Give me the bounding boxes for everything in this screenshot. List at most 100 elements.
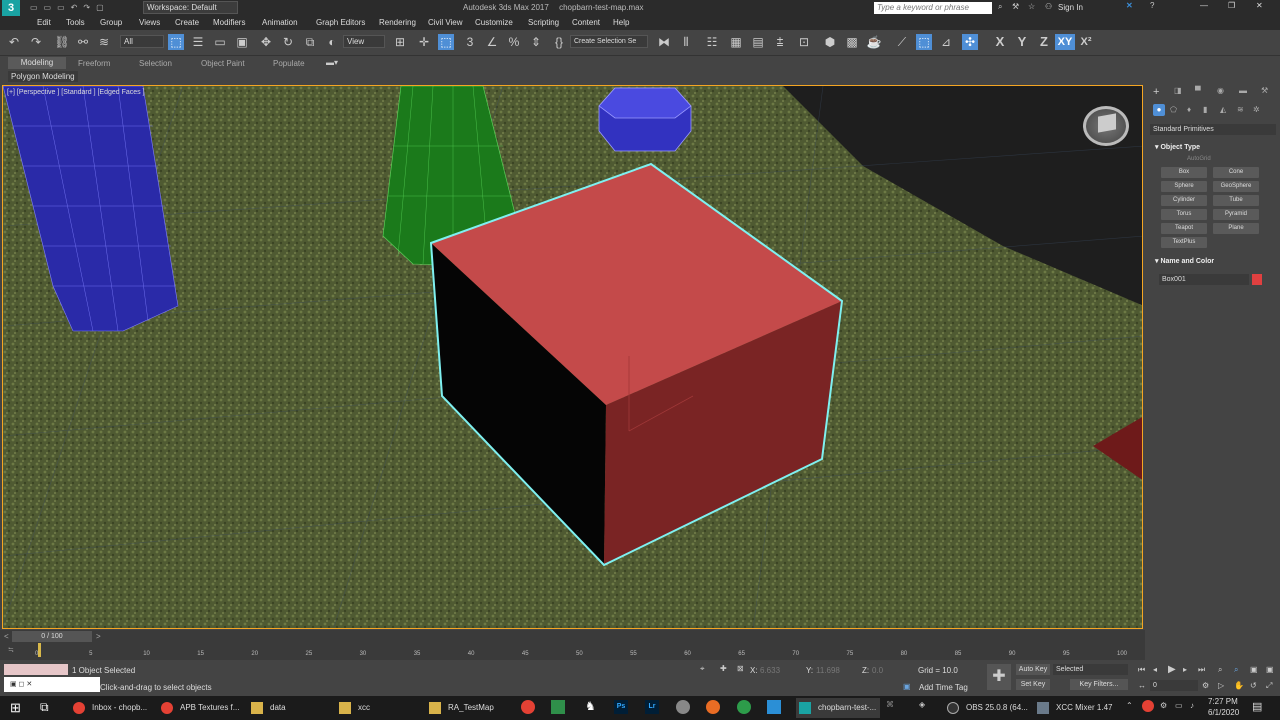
ribbon-tab-selection[interactable]: Selection xyxy=(139,59,172,68)
shapes-icon[interactable]: ⬠ xyxy=(1170,105,1177,114)
helpers-icon[interactable]: ◭ xyxy=(1220,105,1226,114)
taskbar-item-3dsmax[interactable]: chopbarn-test-... xyxy=(796,698,880,718)
set-key-button[interactable]: Set Key xyxy=(1016,679,1050,690)
object-type-rollout-title[interactable]: ▾ Object Type xyxy=(1155,143,1200,151)
field-of-view-icon[interactable]: ▷ xyxy=(1218,681,1224,690)
pyramid-button[interactable]: Pyramid xyxy=(1213,209,1259,220)
time-slider-thumb[interactable]: 0 / 100 xyxy=(12,631,92,642)
menu-customize[interactable]: Customize xyxy=(475,18,513,27)
time-cursor[interactable] xyxy=(38,643,41,657)
select-object-icon[interactable]: ⬚ xyxy=(168,34,184,50)
key-filters-button[interactable]: Key Filters... xyxy=(1070,679,1128,690)
restore-button[interactable]: ❐ xyxy=(1228,1,1235,10)
cylinder-button[interactable]: Cylinder xyxy=(1161,195,1207,206)
category-dropdown[interactable]: Standard Primitives xyxy=(1150,124,1276,135)
render-icon[interactable]: ☕ xyxy=(866,34,882,50)
toggle-ribbon-icon[interactable]: ▤ xyxy=(750,34,766,50)
named-selection-dropdown[interactable]: Create Selection Se xyxy=(570,35,648,48)
window-crossing-icon[interactable]: ▣ xyxy=(234,34,250,50)
name-color-rollout-title[interactable]: ▾ Name and Color xyxy=(1155,257,1214,265)
menu-tools[interactable]: Tools xyxy=(66,18,85,27)
hierarchy-tab-icon[interactable]: ▀ xyxy=(1195,86,1201,95)
ribbon-tab-populate[interactable]: Populate xyxy=(273,59,305,68)
taskbar-item-data-folder[interactable]: data xyxy=(248,698,328,718)
clock-date[interactable]: 6/1/2020 xyxy=(1208,708,1239,717)
time-tag-icon[interactable]: ▣ xyxy=(903,682,911,691)
lightroom-icon[interactable]: Lr xyxy=(645,700,659,714)
pivot-center-icon[interactable]: ⊞ xyxy=(392,34,408,50)
snap-options-icon[interactable]: ⊿ xyxy=(938,34,954,50)
y-coordinate-value[interactable]: 11.698 xyxy=(816,666,840,675)
menu-create[interactable]: Create xyxy=(175,18,199,27)
box-button[interactable]: Box xyxy=(1161,167,1207,178)
auto-key-button[interactable]: Auto Key xyxy=(1016,664,1050,675)
systems-icon[interactable]: ✲ xyxy=(1253,105,1260,114)
quick-access-icons[interactable]: ▭▭▭↶↷▢ xyxy=(30,3,140,13)
axis-z-button[interactable]: Z xyxy=(1036,34,1052,50)
cone-button[interactable]: Cone xyxy=(1213,167,1259,178)
workspace-dropdown[interactable]: Workspace: Default xyxy=(143,1,238,14)
autogrid-checkbox[interactable]: AutoGrid xyxy=(1187,156,1211,162)
taskbar-item-ra-testmap[interactable]: RA_TestMap xyxy=(426,698,512,718)
add-time-tag-button[interactable]: Add Time Tag xyxy=(919,683,968,692)
help-community-icon[interactable]: ⚒ xyxy=(1012,2,1019,11)
textplus-button[interactable]: TextPlus xyxy=(1161,237,1207,248)
undo-icon[interactable]: ↶ xyxy=(6,34,22,50)
scene-explorer-icon[interactable]: ☷ xyxy=(704,34,720,50)
snap-vertex-icon[interactable]: ⟋ xyxy=(894,34,910,50)
play-icon[interactable]: ▶ xyxy=(1168,664,1176,675)
spinner-snap-icon[interactable]: ⇕ xyxy=(528,34,544,50)
volume-icon[interactable]: ♪ xyxy=(1190,701,1194,710)
zoom-extents-all-icon[interactable]: ▣ xyxy=(1266,665,1274,674)
notepad-plus-icon[interactable] xyxy=(551,700,565,714)
angle-snap-icon[interactable]: ∠ xyxy=(484,34,500,50)
menu-help[interactable]: Help xyxy=(613,18,629,27)
geosphere-button[interactable]: GeoSphere xyxy=(1213,181,1259,192)
exchange-apps-icon[interactable]: ✕ xyxy=(1126,1,1133,10)
menu-scripting[interactable]: Scripting xyxy=(528,18,559,27)
create-tab-icon[interactable]: + xyxy=(1153,86,1159,98)
search-icon[interactable]: ⌕ xyxy=(998,2,1002,12)
app-icon-blue[interactable] xyxy=(767,700,781,714)
modify-tab-icon[interactable]: ◨ xyxy=(1174,86,1182,95)
steam-icon[interactable] xyxy=(676,700,690,714)
display-tab-icon[interactable]: ▬ xyxy=(1239,86,1247,95)
render-setup-icon[interactable]: ▩ xyxy=(844,34,860,50)
go-to-end-icon[interactable]: ⏭ xyxy=(1198,665,1205,675)
go-to-start-icon[interactable]: ⏮ xyxy=(1138,665,1145,675)
tray-chevron-icon[interactable]: ⌃ xyxy=(1126,701,1133,710)
axis-x-button[interactable]: X xyxy=(992,34,1008,50)
schematic-view-icon[interactable]: ⊡ xyxy=(796,34,812,50)
keyboard-shortcut-override-icon[interactable]: ⬚ xyxy=(438,34,454,50)
orbit-icon[interactable]: ↺ xyxy=(1250,681,1257,690)
tube-button[interactable]: Tube xyxy=(1213,195,1259,206)
menu-rendering[interactable]: Rendering xyxy=(379,18,416,27)
link-icon[interactable]: ⛓ xyxy=(54,34,70,50)
track-bar-icon[interactable]: ≒ xyxy=(8,646,14,654)
notifications-icon[interactable]: ▤ xyxy=(1252,700,1262,713)
time-config-icon[interactable]: ⚙ xyxy=(1202,681,1209,690)
zoom-all-icon[interactable]: ⌕ xyxy=(1234,665,1238,675)
object-name-input[interactable]: Box001 xyxy=(1159,274,1249,285)
app-icon[interactable] xyxy=(737,700,751,714)
viewport-label[interactable]: [+] [Perspective ] [Standard ] [Edged Fa… xyxy=(7,89,145,96)
tray-network-icon[interactable]: ▭ xyxy=(1175,701,1183,710)
mirror-icon[interactable]: ⧓ xyxy=(656,34,672,50)
menu-civil-view[interactable]: Civil View xyxy=(428,18,463,27)
menu-edit[interactable]: Edit xyxy=(37,18,51,27)
move-icon[interactable]: ✥ xyxy=(258,34,274,50)
inkscape-icon[interactable]: ♞ xyxy=(585,699,596,713)
viewcube-icon[interactable] xyxy=(1083,106,1129,146)
photoshop-icon[interactable]: Ps xyxy=(614,700,628,714)
material-editor-icon[interactable]: ⬢ xyxy=(822,34,838,50)
taskbar-item-apb-textures[interactable]: APB Textures f... xyxy=(158,698,242,718)
rotate-icon[interactable]: ↻ xyxy=(280,34,296,50)
user-icon[interactable]: ⚇ xyxy=(1045,2,1052,11)
help-icon[interactable]: ? xyxy=(1150,1,1154,10)
menu-group[interactable]: Group xyxy=(100,18,122,27)
menu-animation[interactable]: Animation xyxy=(262,18,298,27)
next-frame-icon[interactable]: ▸ xyxy=(1183,665,1187,674)
curve-editor-icon[interactable]: ⩲ xyxy=(772,34,788,50)
blender-icon[interactable] xyxy=(706,700,720,714)
absolute-mode-icon[interactable]: ⊠ xyxy=(737,664,744,673)
